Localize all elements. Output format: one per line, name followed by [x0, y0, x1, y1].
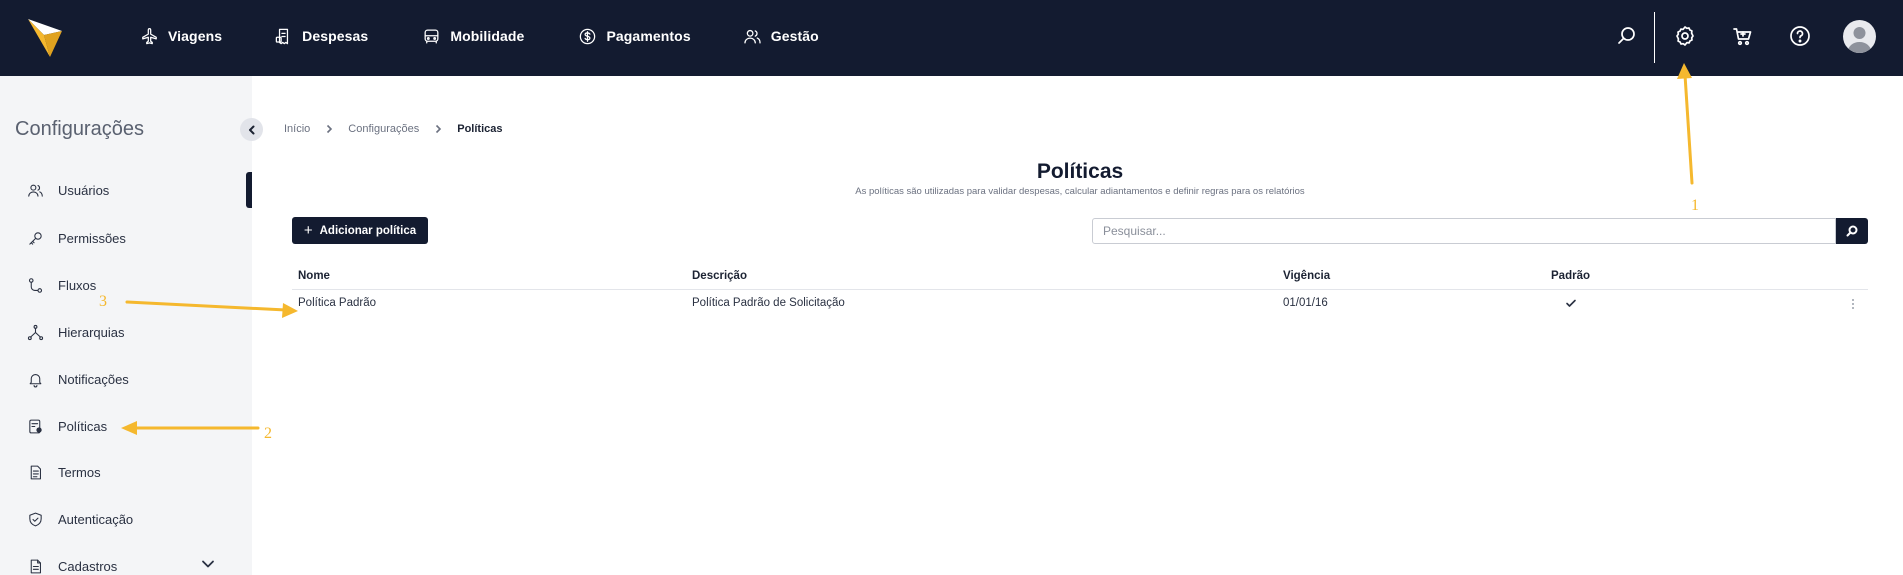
table-header: Nome Descrição Vigência Padrão	[292, 268, 1868, 290]
breadcrumb-current: Políticas	[457, 123, 503, 135]
sidebar-item-label: Políticas	[58, 418, 108, 434]
sidebar-item-fluxos[interactable]: Fluxos	[27, 275, 96, 295]
breadcrumb: Início Configurações Políticas	[284, 123, 502, 135]
users-icon	[744, 29, 761, 43]
bell-icon	[29, 373, 42, 387]
gear-icon[interactable]	[1673, 24, 1697, 48]
chevron-left-icon	[248, 125, 254, 134]
plus-icon: +	[303, 222, 313, 239]
sidebar-item-label: Fluxos	[58, 277, 97, 293]
nav-item-despesas[interactable]: Despesas	[274, 27, 368, 46]
annotation-label-3: 3	[99, 293, 107, 310]
avatar[interactable]	[1843, 20, 1876, 53]
sidebar-item-autenticacao[interactable]: Autenticação	[27, 509, 133, 529]
collapse-sidebar-button[interactable]	[240, 118, 263, 141]
sidebar-active-indicator	[246, 172, 252, 208]
search-input[interactable]	[1092, 218, 1836, 244]
dollar-circle-icon	[580, 28, 596, 44]
cell-vigencia: 01/01/16	[1283, 297, 1328, 309]
sidebar-item-cadastros[interactable]: Cadastros	[27, 556, 117, 575]
sidebar-item-politicas[interactable]: Políticas	[27, 416, 107, 436]
sidebar-item-label: Autenticação	[58, 511, 134, 527]
column-header-padrao[interactable]: Padrão	[1551, 270, 1590, 282]
add-policy-label: Adicionar política	[319, 224, 417, 237]
page-subtitle: As políticas são utilizadas para validar…	[855, 186, 1305, 197]
sidebar-item-label: Termos	[58, 464, 101, 480]
car-icon	[424, 29, 439, 43]
nav-item-label: Despesas	[302, 28, 369, 44]
receipt-icon	[275, 28, 289, 44]
sidebar-item-hierarquias[interactable]: Hierarquias	[27, 322, 124, 342]
sidebar-item-label: Notificações	[58, 371, 129, 387]
shield-icon	[29, 512, 42, 526]
column-header-nome[interactable]: Nome	[298, 270, 330, 282]
file-icon	[30, 559, 41, 573]
breadcrumb-inicio[interactable]: Início	[284, 123, 310, 135]
nav-item-label: Pagamentos	[606, 28, 691, 44]
nav-item-viagens[interactable]: Viagens	[140, 27, 222, 46]
nav-item-pagamentos[interactable]: Pagamentos	[578, 27, 691, 46]
sidebar-item-permissoes[interactable]: Permissões	[27, 228, 126, 248]
policy-icon	[29, 419, 42, 433]
search-icon[interactable]	[1615, 24, 1639, 48]
main-nav: Viagens Despesas Mobilidade Pagamentos G…	[140, 0, 871, 72]
add-policy-button[interactable]: + Adicionar política	[292, 217, 428, 244]
company-logo[interactable]	[28, 19, 62, 57]
nav-item-label: Mobilidade	[450, 28, 525, 44]
search-button[interactable]	[1836, 218, 1868, 244]
nav-item-gestao[interactable]: Gestão	[743, 27, 819, 46]
sidebar-item-label: Hierarquias	[58, 324, 125, 340]
annotation-label-2: 2	[264, 425, 272, 442]
column-header-descricao[interactable]: Descrição	[692, 270, 747, 282]
sidebar-item-notificacoes[interactable]: Notificações	[27, 369, 129, 389]
key-icon	[29, 231, 42, 245]
cart-icon[interactable]	[1731, 24, 1755, 48]
help-icon[interactable]	[1788, 24, 1812, 48]
nav-item-label: Viagens	[168, 28, 223, 44]
column-header-vigencia[interactable]: Vigência	[1283, 270, 1330, 282]
page-title: Políticas	[1036, 160, 1124, 183]
hierarchy-icon	[27, 324, 44, 340]
sidebar-item-termos[interactable]: Termos	[27, 462, 101, 482]
top-navigation-bar: Viagens Despesas Mobilidade Pagamentos G…	[0, 0, 1903, 76]
sidebar-title: Configurações	[15, 118, 144, 140]
airplane-icon	[142, 27, 157, 44]
sidebar-item-usuarios[interactable]: Usuários	[27, 180, 109, 200]
annotation-label-1: 1	[1691, 197, 1699, 214]
sidebar-item-label: Cadastros	[58, 558, 118, 574]
chevron-right-icon	[324, 124, 334, 134]
topbar-divider	[1654, 12, 1655, 63]
nav-item-mobilidade[interactable]: Mobilidade	[422, 27, 524, 46]
cell-nome: Política Padrão	[298, 297, 376, 309]
cell-descricao: Política Padrão de Solicitação	[692, 297, 845, 309]
row-menu-icon[interactable]	[1848, 295, 1858, 313]
sidebar-item-label: Usuários	[58, 182, 110, 198]
check-icon	[1565, 297, 1577, 309]
users-icon	[28, 184, 43, 197]
document-icon	[30, 465, 41, 479]
nav-item-label: Gestão	[770, 28, 819, 44]
flow-icon	[28, 277, 43, 293]
sidebar-item-label: Permissões	[58, 230, 126, 246]
table-row[interactable]: Política Padrão Política Padrão de Solic…	[292, 293, 1868, 317]
chevron-right-icon	[433, 124, 443, 134]
chevron-down-icon[interactable]	[200, 556, 216, 572]
breadcrumb-configuracoes[interactable]: Configurações	[348, 123, 419, 135]
search-icon	[1846, 225, 1858, 237]
